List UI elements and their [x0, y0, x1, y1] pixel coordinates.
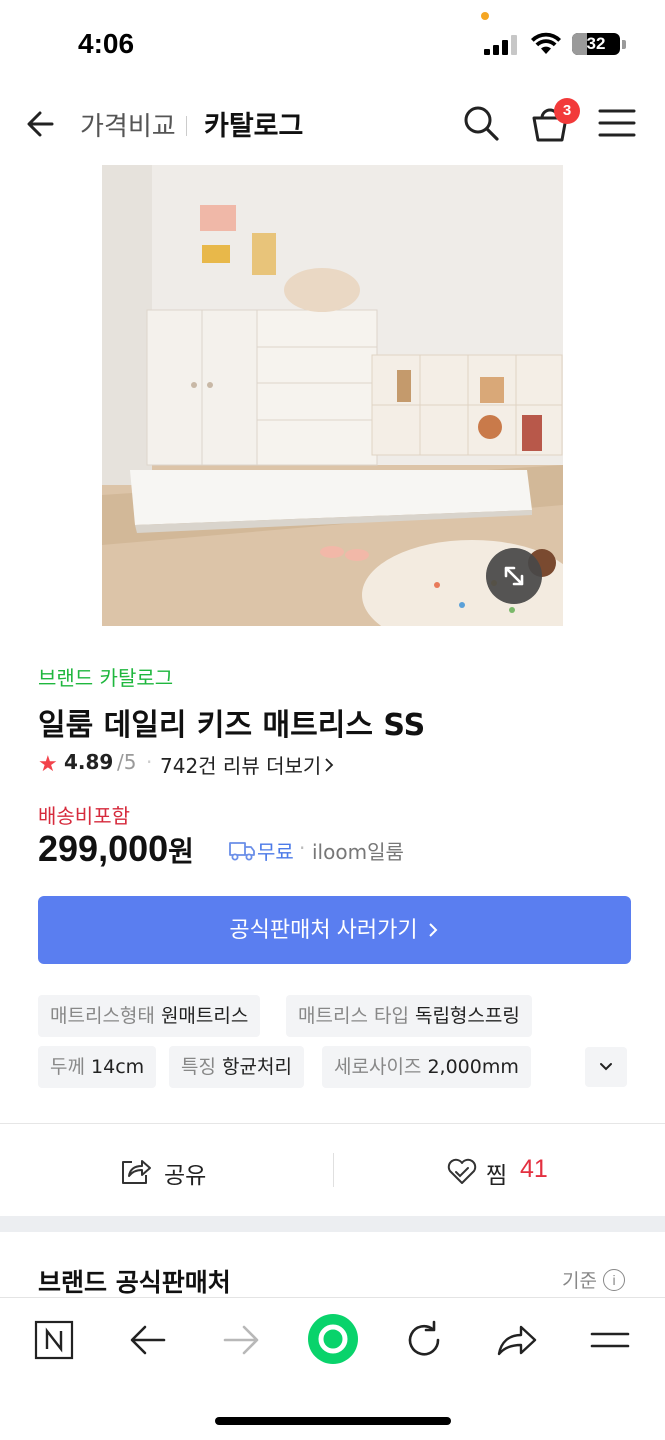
search-icon[interactable] — [460, 102, 502, 144]
heart-icon — [447, 1158, 477, 1184]
back-arrow-icon[interactable] — [124, 1316, 172, 1364]
breadcrumb-separator — [186, 116, 187, 136]
privacy-indicator-dot — [481, 12, 489, 20]
cellular-signal-icon — [484, 35, 520, 55]
battery-percent: 32 — [586, 34, 606, 53]
seller-separator: · — [299, 836, 306, 860]
review-more-link[interactable]: 742건 리뷰 더보기 — [160, 750, 335, 779]
review-link-label: 742건 리뷰 더보기 — [160, 754, 322, 778]
spec-key: 매트리스형태 — [50, 1005, 155, 1027]
forward-arrow-icon[interactable] — [217, 1316, 265, 1364]
spec-key: 세로사이즈 — [334, 1056, 422, 1078]
price-amount: 299,000 — [38, 828, 169, 869]
shipping-included-label: 배송비포함 — [38, 804, 130, 828]
spec-key: 매트리스 타입 — [298, 1005, 409, 1027]
spec-chip-feature: 특징 항균처리 — [169, 1046, 304, 1088]
seller-name[interactable]: iloom일룸 — [312, 836, 404, 865]
wifi-icon — [531, 32, 561, 54]
rating-max: /5 — [117, 750, 137, 774]
battery-icon: 32 — [572, 33, 620, 55]
free-shipping-label: 무료 — [257, 840, 294, 864]
price: 299,000원 — [38, 828, 194, 870]
spec-value: 독립형스프링 — [414, 1005, 520, 1027]
green-dot-icon[interactable] — [306, 1312, 360, 1366]
price-unit: 원 — [168, 835, 194, 868]
spec-value: 2,000mm — [427, 1056, 519, 1078]
spec-value: 원매트리스 — [160, 1005, 249, 1027]
product-title: 일룸 데일리 키즈 매트리스 SS — [38, 708, 426, 743]
share-button[interactable]: 공유 — [0, 1124, 332, 1216]
chevron-down-icon[interactable] — [585, 1047, 627, 1087]
wish-label: 찜 — [486, 1163, 508, 1189]
spec-key: 두께 — [50, 1056, 85, 1078]
browser-toolbar — [0, 1297, 665, 1440]
spec-key: 특징 — [181, 1056, 216, 1078]
reload-icon[interactable] — [400, 1316, 448, 1364]
breadcrumb-price-compare[interactable]: 가격비교 — [80, 106, 176, 143]
hamburger-menu-icon[interactable] — [598, 106, 636, 140]
back-arrow-icon[interactable] — [22, 104, 62, 144]
chevron-right-icon — [325, 758, 334, 772]
breadcrumb-catalog[interactable]: 카탈로그 — [204, 104, 303, 143]
brand-catalog-link[interactable]: 브랜드 카탈로그 — [38, 662, 173, 691]
info-icon[interactable]: i — [603, 1269, 625, 1291]
status-bar: 4:06 32 — [0, 0, 665, 88]
wish-count: 41 — [520, 1155, 548, 1183]
star-icon: ★ — [38, 752, 58, 777]
official-sellers-title: 브랜드 공식판매처 — [38, 1268, 231, 1297]
home-indicator — [215, 1417, 451, 1425]
spec-value: 14cm — [91, 1056, 145, 1078]
menu-icon[interactable] — [586, 1316, 634, 1364]
official-store-buy-button[interactable]: 공식판매처 사러가기 — [38, 896, 631, 964]
wish-button[interactable]: 찜 41 — [334, 1124, 665, 1216]
chevron-right-icon — [428, 923, 438, 937]
spec-chip-mattress-type: 매트리스 타입 독립형스프링 — [286, 995, 532, 1037]
buy-button-label: 공식판매처 사러가기 — [229, 917, 418, 942]
status-time: 4:06 — [78, 28, 135, 59]
spec-value: 항균처리 — [222, 1056, 292, 1078]
spec-chip-mattress-form: 매트리스형태 원매트리스 — [38, 995, 261, 1037]
battery-tip — [622, 40, 626, 49]
expand-image-icon[interactable] — [486, 548, 542, 604]
cart-count-badge: 3 — [554, 98, 580, 124]
delivery-truck-icon — [229, 842, 255, 861]
naver-home-icon[interactable] — [30, 1316, 78, 1364]
share-arrow-icon[interactable] — [493, 1316, 541, 1364]
spec-chip-thickness: 두께 14cm — [38, 1046, 157, 1088]
rating-value: 4.89 — [64, 750, 114, 774]
share-icon — [122, 1160, 151, 1184]
rating-separator: · — [146, 750, 153, 774]
share-label: 공유 — [164, 1163, 207, 1189]
criteria-label[interactable]: 기준 — [562, 1266, 597, 1293]
section-separator — [0, 1216, 665, 1232]
spec-chip-length: 세로사이즈 2,000mm — [322, 1046, 531, 1088]
